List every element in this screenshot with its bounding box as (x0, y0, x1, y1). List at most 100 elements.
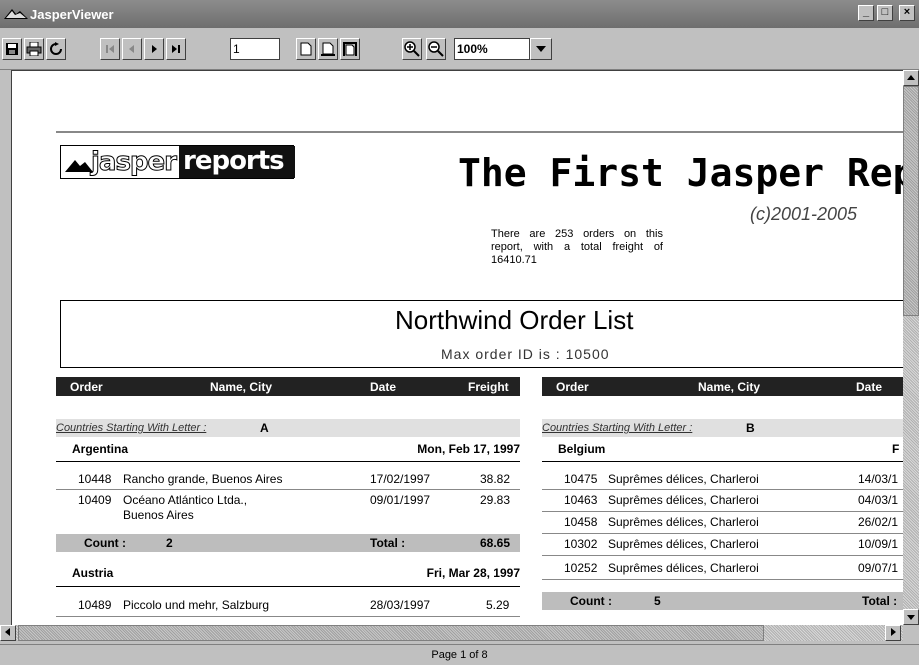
group-footer: Count : 2 Total : 68.65 (56, 534, 520, 552)
chevron-down-icon (536, 46, 546, 52)
group-letter: B (746, 421, 755, 435)
count-label: Count : (570, 594, 612, 608)
status-bar: Page 1 of 8 (0, 644, 919, 665)
order-date: 28/03/1997 (370, 598, 431, 612)
last-page-icon[interactable] (166, 38, 186, 60)
fit-width-icon[interactable] (340, 38, 360, 60)
order-id: 10448 (78, 472, 112, 486)
report-title: The First Jasper Report (458, 151, 903, 195)
zoom-out-icon[interactable] (426, 38, 446, 60)
page-number-input[interactable] (230, 38, 280, 60)
chevron-left-icon (5, 628, 10, 636)
order-id: 10302 (564, 537, 598, 551)
chevron-up-icon (907, 75, 915, 80)
chevron-down-icon (907, 615, 915, 620)
column-header-left: Order Name, City Date Freight (56, 377, 520, 396)
row-divider (56, 489, 520, 490)
minimize-button[interactable]: _ (858, 5, 874, 21)
zoom-dropdown-button[interactable] (530, 38, 552, 60)
col-freight-label: Freight (468, 380, 509, 394)
order-name: Suprêmes délices, Charleroi (608, 561, 759, 575)
total-label: Total : (862, 594, 898, 608)
group-letter: A (260, 421, 269, 435)
group-footer: Count : 5 Total : (542, 592, 903, 610)
letter-label: Countries Starting With Letter : (56, 422, 207, 434)
country-name: Belgium (558, 442, 606, 456)
col-order-label: Order (556, 380, 589, 394)
order-freight: 5.29 (486, 598, 510, 612)
save-icon[interactable] (2, 38, 22, 60)
vertical-scroll-thumb[interactable] (903, 86, 919, 316)
row-divider (542, 555, 903, 556)
horizontal-scrollbar[interactable] (0, 625, 903, 641)
country-name: Argentina (72, 442, 129, 456)
actual-size-icon[interactable] (296, 38, 316, 60)
letter-group-header: Countries Starting With Letter : B (542, 419, 903, 437)
country-name: Austria (72, 566, 114, 580)
order-date: 10/09/1 (858, 537, 899, 551)
fit-page-icon[interactable] (318, 38, 338, 60)
order-freight: 38.82 (480, 472, 511, 486)
next-page-icon[interactable] (144, 38, 164, 60)
divider (56, 586, 520, 587)
reload-icon[interactable] (46, 38, 66, 60)
divider (56, 461, 520, 462)
count-value: 5 (654, 594, 661, 608)
col-date-label: Date (370, 380, 397, 394)
order-date: 17/02/1997 (370, 472, 431, 486)
order-date: 04/03/1 (858, 493, 899, 507)
total-value: 68.65 (480, 536, 511, 550)
country-date: Mon, Feb 17, 1997 (417, 442, 520, 456)
row-divider (542, 511, 903, 512)
order-name: Suprêmes délices, Charleroi (608, 472, 759, 486)
order-name: Rancho grande, Buenos Aires (123, 472, 283, 486)
list-title: Northwind Order List (395, 305, 634, 335)
scroll-right-button[interactable] (885, 625, 901, 641)
vertical-scrollbar[interactable] (903, 70, 919, 625)
order-id: 10489 (78, 598, 112, 612)
jasper-viewer-window: JasperViewer _ □ × 1 100% jasper reports… (0, 0, 919, 665)
maximize-button[interactable]: □ (877, 5, 893, 21)
order-name: Océano Atlántico Ltda., (123, 493, 248, 507)
zoom-in-icon[interactable] (402, 38, 422, 60)
scroll-up-button[interactable] (903, 70, 919, 86)
scroll-left-button[interactable] (0, 625, 16, 641)
toolbar (0, 28, 919, 70)
logo-mountain-icon (65, 160, 93, 172)
first-page-icon[interactable] (100, 38, 120, 60)
report-page: jasper reports The First Jasper Report (… (16, 71, 903, 625)
jasperreports-logo: jasper reports (60, 145, 295, 179)
zoom-input[interactable] (454, 38, 530, 60)
col-date-label: Date (856, 380, 883, 394)
report-summary: There are 253 orders on this report, wit… (491, 228, 663, 266)
previous-page-icon[interactable] (122, 38, 142, 60)
order-id: 10463 (564, 493, 598, 507)
order-name-line2: Buenos Aires (123, 508, 194, 522)
header-rule (56, 131, 903, 133)
col-name-city-label: Name, City (210, 380, 273, 394)
order-date: 09/07/1 (858, 561, 899, 575)
title-bar: JasperViewer _ □ × (0, 0, 919, 28)
chevron-right-icon (891, 628, 896, 636)
scroll-down-button[interactable] (903, 609, 919, 625)
country-date: F (892, 442, 900, 456)
column-header-right: Order Name, City Date (542, 377, 903, 396)
order-name: Piccolo und mehr, Salzburg (123, 598, 270, 612)
letter-group-header: Countries Starting With Letter : A (56, 419, 520, 437)
total-label: Total : (370, 536, 406, 550)
divider (542, 461, 903, 462)
count-value: 2 (166, 536, 173, 550)
order-name: Suprêmes délices, Charleroi (608, 537, 759, 551)
jasper-app-icon (4, 9, 28, 19)
row-divider (542, 533, 903, 534)
order-date: 26/02/1 (858, 515, 899, 529)
letter-label: Countries Starting With Letter : (542, 422, 693, 434)
copyright-text: (c)2001-2005 (750, 204, 858, 224)
row-divider (56, 616, 520, 617)
print-icon[interactable] (24, 38, 44, 60)
order-date: 14/03/1 (858, 472, 899, 486)
horizontal-scroll-thumb[interactable] (18, 625, 764, 641)
row-divider (542, 489, 903, 490)
close-button[interactable]: × (899, 5, 915, 21)
report-viewport[interactable]: jasper reports The First Jasper Report (… (11, 70, 903, 625)
